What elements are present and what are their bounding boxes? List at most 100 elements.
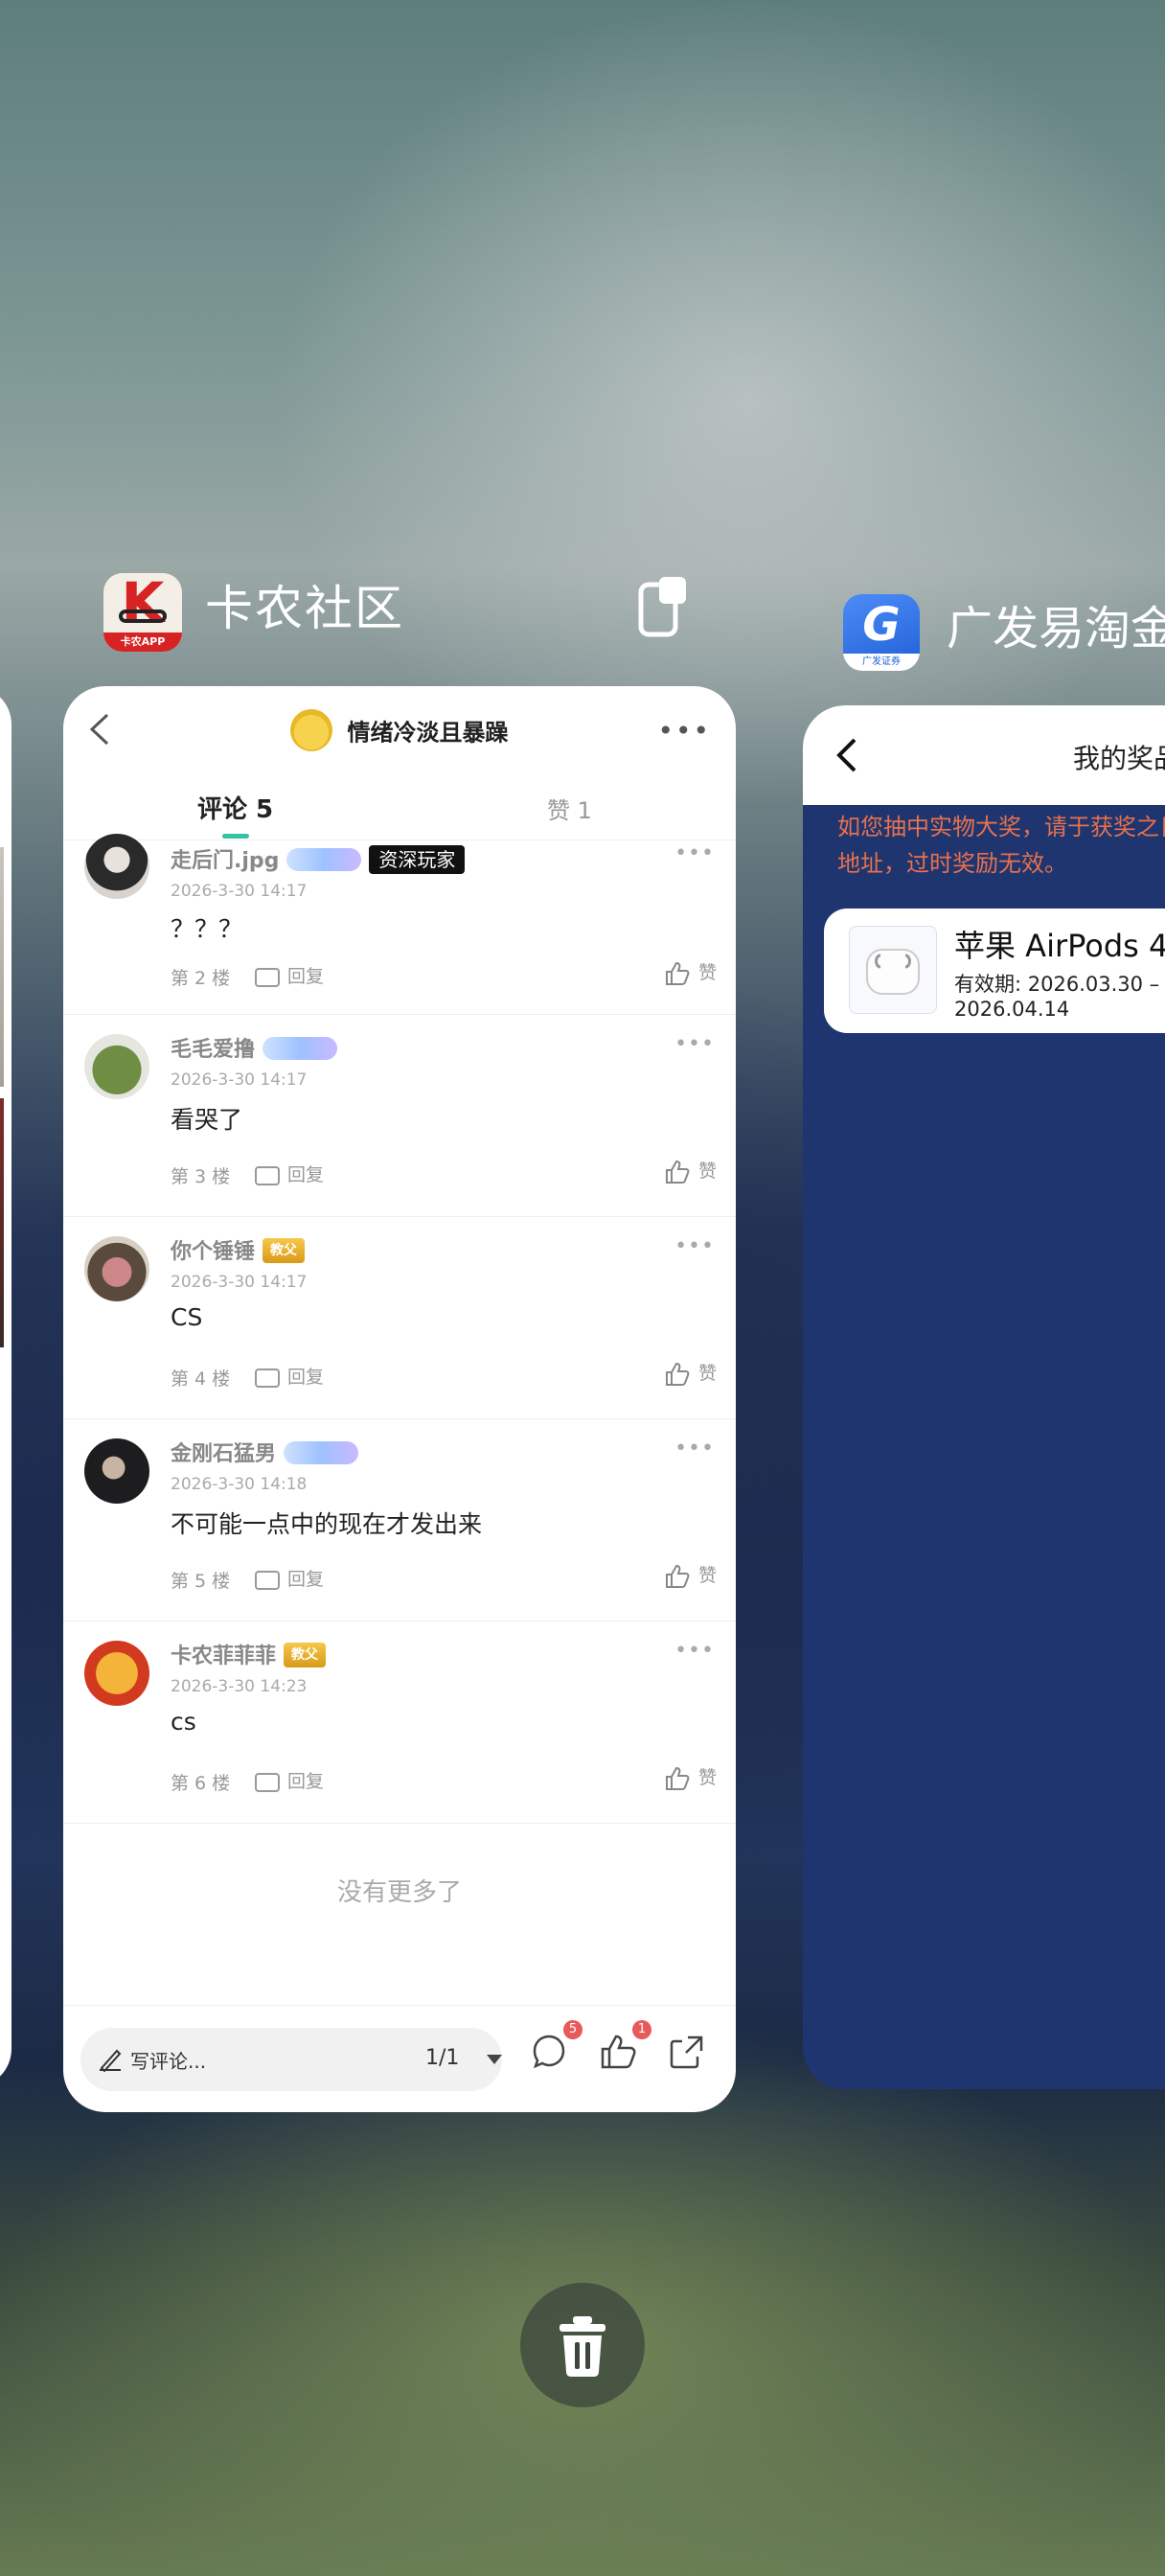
like-button[interactable]: 赞	[664, 1359, 717, 1388]
comment-date: 2026-3-30 14:17	[171, 882, 308, 901]
user-tag-badge: 资深玩家	[369, 845, 466, 874]
left-app-card[interactable]	[0, 686, 11, 2087]
gf-logo-icon: G	[862, 598, 901, 652]
comment-text: CS	[171, 1303, 203, 1331]
comment-item: 毛毛爱撸 2026-3-30 14:17 看哭了 第 3 楼 回复 ••• 赞	[63, 1015, 736, 1217]
right-app-card[interactable]: 我的奖品 如您抽中实物大奖，请于获奖之日 地址，过时奖励无效。 苹果 AirPo…	[803, 705, 1165, 2089]
reply-button[interactable]: 回复	[255, 1767, 324, 1793]
comment-count-badge: 5	[563, 2020, 582, 2039]
back-icon[interactable]	[835, 736, 858, 774]
write-comment-placeholder: 写评论...	[130, 2050, 207, 2073]
share-icon[interactable]	[667, 2032, 707, 2072]
comment-item: 金刚石猛男 2026-3-30 14:18 不可能一点中的现在才发出来 第 5 …	[63, 1419, 736, 1622]
comment-more-icon[interactable]: •••	[674, 1639, 715, 1663]
comment-date: 2026-3-30 14:17	[171, 1070, 308, 1090]
like-count-badge: 1	[632, 2020, 651, 2039]
comment-list: 走后门.jpg 资深玩家 2026-3-30 14:17 ？？？ 第 2 楼 回复…	[63, 834, 736, 1824]
reply-icon	[255, 1368, 280, 1388]
comment-username[interactable]: 你个锤锤 教父	[171, 1234, 306, 1265]
write-comment-input[interactable]: 写评论... 1/1	[80, 2028, 502, 2091]
clear-all-button[interactable]	[520, 2283, 645, 2407]
reply-icon	[255, 967, 280, 987]
thumbs-up-icon	[665, 1766, 690, 1790]
bottom-action-bar: 写评论... 1/1 5 1	[63, 2007, 736, 2112]
comment-username[interactable]: 金刚石猛男	[171, 1437, 359, 1467]
divider	[63, 2005, 736, 2006]
comment-floor: 第 2 楼	[171, 968, 231, 989]
glasses-icon	[119, 610, 167, 623]
comment-date: 2026-3-30 14:17	[171, 1273, 308, 1292]
airpods-image	[849, 926, 937, 1014]
left-card-image	[0, 847, 4, 1087]
comment-icon[interactable]: 5	[529, 2020, 582, 2072]
comment-date: 2026-3-30 14:23	[171, 1677, 308, 1696]
comment-more-icon[interactable]: •••	[674, 1234, 715, 1258]
right-app-name: 广发易淘金	[947, 602, 1165, 656]
tab-comments[interactable]: 评论 5	[197, 790, 273, 825]
tab-likes[interactable]: 赞 1	[547, 792, 592, 825]
comment-item: 走后门.jpg 资深玩家 2026-3-30 14:17 ？？？ 第 2 楼 回复…	[63, 834, 736, 1015]
comment-more-icon[interactable]: •••	[674, 1032, 715, 1056]
reply-button[interactable]: 回复	[255, 1565, 324, 1591]
comment-date: 2026-3-30 14:18	[171, 1475, 308, 1494]
like-button[interactable]: 赞	[664, 1763, 717, 1792]
tab-underline	[222, 834, 249, 839]
comment-text: 不可能一点中的现在才发出来	[171, 1510, 483, 1538]
like-button[interactable]: 赞	[664, 958, 717, 987]
comment-more-icon[interactable]: •••	[674, 841, 715, 865]
prize-notice: 如您抽中实物大奖，请于获奖之日 地址，过时奖励无效。	[837, 814, 1165, 877]
title-avatar	[290, 709, 333, 751]
gf-app-icon[interactable]: G 广发证券	[843, 594, 920, 671]
thumbs-up-icon	[665, 1160, 690, 1184]
prize-card[interactable]: 苹果 AirPods 4 有效期: 2026.03.30 – 2026.04.1…	[824, 908, 1165, 1033]
more-icon[interactable]: •••	[657, 718, 711, 745]
comment-text: ？？？	[171, 915, 243, 943]
left-card-image	[0, 1098, 4, 1347]
level-badge	[263, 1037, 338, 1060]
main-app-card[interactable]: 情绪冷淡且暴躁 ••• 评论 5 赞 1 走后门.jpg 资深玩家 2026-3-…	[63, 686, 736, 2112]
avatar[interactable]	[84, 1438, 149, 1504]
avatar[interactable]	[84, 1641, 149, 1706]
reply-icon	[255, 1772, 280, 1792]
app-icon-band: 卡农APP	[103, 632, 182, 652]
top-bar: 我的奖品	[803, 705, 1165, 805]
comment-text: cs	[171, 1708, 196, 1736]
comment-floor: 第 3 楼	[171, 1166, 231, 1187]
reply-button[interactable]: 回复	[255, 1363, 324, 1389]
comment-username[interactable]: 走后门.jpg 资深玩家	[171, 843, 466, 876]
comment-username[interactable]: 毛毛爱撸	[171, 1032, 338, 1063]
like-button[interactable]: 赞	[664, 1157, 717, 1185]
comment-text: 看哭了	[171, 1106, 243, 1134]
like-icon[interactable]: 1	[598, 2020, 651, 2072]
comment-item: 你个锤锤 教父 2026-3-30 14:17 CS 第 4 楼 回复 ••• 赞	[63, 1217, 736, 1419]
godfather-badge: 教父	[284, 1643, 327, 1668]
pen-icon	[100, 2049, 122, 2072]
comment-floor: 第 5 楼	[171, 1571, 231, 1592]
page-indicator[interactable]: 1/1	[425, 2046, 459, 2070]
comment-floor: 第 4 楼	[171, 1368, 231, 1390]
thumbs-up-icon	[665, 961, 690, 985]
avatar[interactable]	[84, 1034, 149, 1099]
comment-item: 卡农菲菲菲 教父 2026-3-30 14:23 cs 第 6 楼 回复 ••• …	[63, 1622, 736, 1824]
page-title: 情绪冷淡且暴躁	[347, 719, 509, 747]
like-button[interactable]: 赞	[664, 1561, 717, 1590]
app-icon-band: 广发证券	[843, 654, 920, 671]
main-app-name: 卡农社区	[205, 581, 404, 636]
top-bar: 情绪冷淡且暴躁 •••	[63, 686, 736, 772]
split-screen-icon[interactable]	[638, 575, 688, 638]
reply-icon	[255, 1165, 280, 1185]
reply-button[interactable]: 回复	[255, 1161, 324, 1186]
avatar[interactable]	[84, 834, 149, 899]
avatar[interactable]	[84, 1236, 149, 1301]
comment-floor: 第 6 楼	[171, 1773, 231, 1794]
prize-validity: 有效期: 2026.03.30 – 2026.04.14	[954, 973, 1160, 1021]
no-more-text: 没有更多了	[336, 1878, 462, 1907]
chevron-down-icon[interactable]	[487, 2055, 502, 2064]
reply-button[interactable]: 回复	[255, 962, 324, 988]
trash-icon	[560, 2316, 605, 2377]
thumbs-up-icon	[665, 1564, 690, 1588]
godfather-badge: 教父	[263, 1238, 306, 1263]
comment-username[interactable]: 卡农菲菲菲 教父	[171, 1639, 327, 1669]
comment-more-icon[interactable]: •••	[674, 1437, 715, 1460]
kanong-app-icon[interactable]: K 卡农APP	[103, 573, 182, 652]
